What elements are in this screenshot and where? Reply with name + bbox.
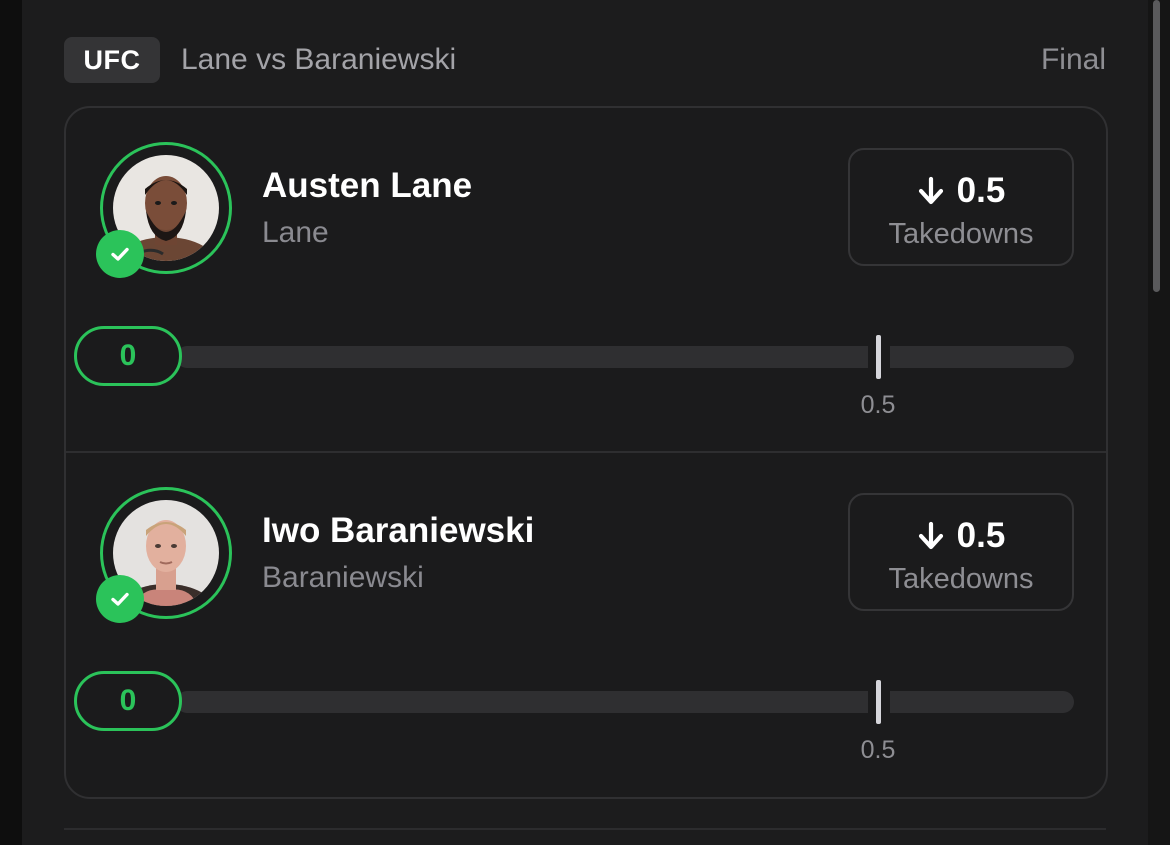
match-header: UFC Lane vs Baraniewski Final [64, 37, 1106, 83]
pick-card: Austen Lane Lane 0.5 Takedowns 0.5 0 Iwo… [64, 106, 1108, 799]
progress-track [176, 691, 1074, 713]
left-gutter [0, 0, 22, 845]
checkmark-icon [96, 230, 144, 278]
stat-line: 0.5 [850, 168, 1072, 214]
player-row: Austen Lane Lane 0.5 Takedowns 0.5 0 [66, 108, 1106, 451]
current-value-pill: 0 [74, 671, 182, 731]
threshold-marker [876, 680, 881, 724]
arrow-down-icon [918, 176, 943, 205]
arrow-down-icon [918, 521, 943, 550]
league-badge: UFC [64, 37, 160, 83]
threshold-marker [876, 335, 881, 379]
player-team: Baraniewski [262, 561, 424, 594]
avatar [96, 142, 232, 278]
match-status: Final [1040, 43, 1106, 76]
stat-line: 0.5 [850, 513, 1072, 559]
section-divider [64, 828, 1106, 830]
player-name[interactable]: Iwo Baraniewski [262, 511, 534, 551]
avatar [96, 487, 232, 623]
progress-track [176, 346, 1074, 368]
threshold-label: 0.5 [860, 736, 896, 764]
checkmark-icon [96, 575, 144, 623]
current-value-pill: 0 [74, 326, 182, 386]
scrollbar-thumb[interactable] [1153, 0, 1160, 292]
player-team: Lane [262, 216, 329, 249]
player-row: Iwo Baraniewski Baraniewski 0.5 Takedown… [66, 453, 1106, 796]
stat-line-box[interactable]: 0.5 Takedowns [848, 148, 1074, 266]
stat-line-value: 0.5 [956, 516, 1006, 555]
player-name[interactable]: Austen Lane [262, 166, 472, 206]
match-title[interactable]: Lane vs Baraniewski [181, 37, 456, 83]
stat-line-value: 0.5 [956, 171, 1006, 210]
stat-line-box[interactable]: 0.5 Takedowns [848, 493, 1074, 611]
threshold-label: 0.5 [860, 391, 896, 419]
stat-type: Takedowns [888, 218, 1034, 250]
stat-type: Takedowns [888, 563, 1034, 595]
